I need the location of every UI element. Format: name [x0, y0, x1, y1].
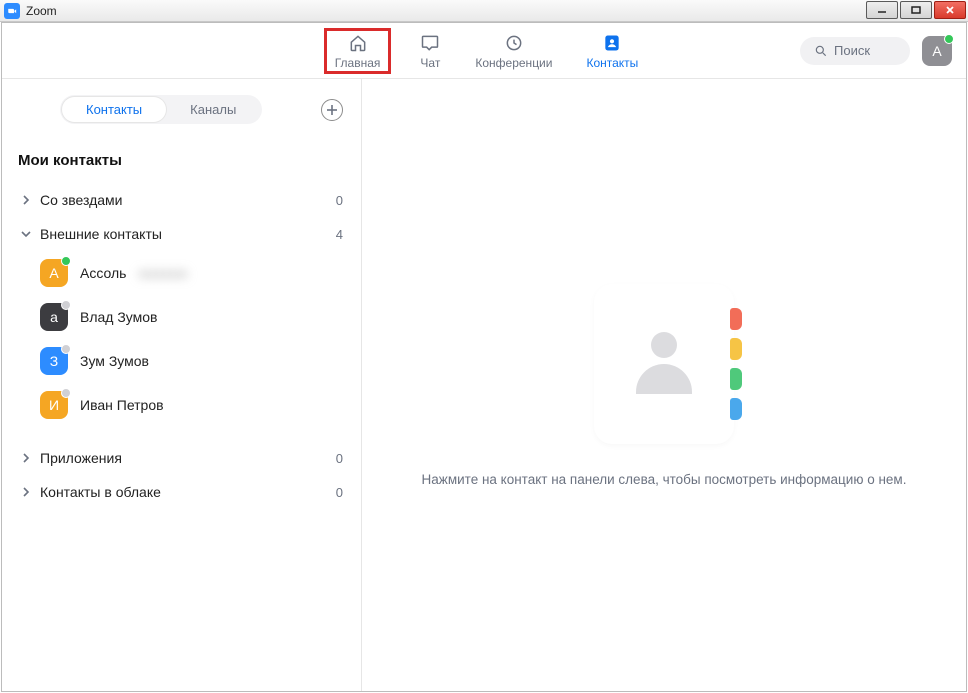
chevron-right-icon — [18, 195, 34, 205]
subtab-channels[interactable]: Каналы — [166, 97, 260, 122]
presence-indicator-icon — [944, 34, 954, 44]
clock-icon — [503, 32, 525, 54]
contact-item[interactable]: а Влад Зумов — [10, 295, 353, 339]
contact-avatar: а — [40, 303, 68, 331]
window-title: Zoom — [26, 4, 57, 18]
group-cloud-count: 0 — [336, 485, 345, 500]
contact-item[interactable]: А Ассоль xxxxxxx — [10, 251, 353, 295]
group-apps[interactable]: Приложения 0 — [10, 441, 353, 475]
subtab-contacts[interactable]: Контакты — [62, 97, 166, 122]
presence-online-icon — [61, 256, 71, 266]
nav-home[interactable]: Главная — [324, 28, 392, 74]
nav-chat-label: Чат — [420, 56, 440, 70]
zoom-app-icon — [4, 3, 20, 19]
section-title: Мои контакты — [10, 124, 353, 183]
presence-offline-icon — [61, 388, 71, 398]
group-apps-label: Приложения — [40, 450, 122, 466]
chevron-right-icon — [18, 453, 34, 463]
contact-avatar: А — [40, 259, 68, 287]
subtabs: Контакты Каналы — [60, 95, 262, 124]
search-icon — [814, 44, 828, 58]
nav-meetings[interactable]: Конференции — [469, 28, 558, 74]
presence-offline-icon — [61, 300, 71, 310]
group-external[interactable]: Внешние контакты 4 — [10, 217, 353, 251]
search-placeholder: Поиск — [834, 43, 870, 58]
add-contact-button[interactable] — [321, 99, 343, 121]
contact-avatar: И — [40, 391, 68, 419]
top-navigation: Главная Чат Конференции Контакты — [2, 23, 966, 79]
profile-avatar[interactable]: A — [922, 36, 952, 66]
group-apps-count: 0 — [336, 451, 345, 466]
contacts-icon — [601, 32, 623, 54]
contact-avatar: З — [40, 347, 68, 375]
nav-meetings-label: Конференции — [475, 56, 552, 70]
window-titlebar: Zoom — [0, 0, 968, 22]
group-starred[interactable]: Со звездами 0 — [10, 183, 353, 217]
nav-contacts[interactable]: Контакты — [580, 28, 644, 74]
nav-chat[interactable]: Чат — [413, 28, 447, 74]
contact-name: Ассоль — [80, 265, 126, 281]
chat-icon — [419, 32, 441, 54]
search-input[interactable]: Поиск — [800, 37, 910, 65]
presence-offline-icon — [61, 344, 71, 354]
contact-item[interactable]: И Иван Петров — [10, 383, 353, 427]
nav-home-label: Главная — [335, 56, 381, 70]
window-maximize-button[interactable] — [900, 1, 932, 19]
contact-name: Иван Петров — [80, 397, 164, 413]
contact-detail-empty: Нажмите на контакт на панели слева, чтоб… — [362, 79, 966, 691]
contacts-sidebar: Контакты Каналы Мои контакты Со звездами… — [2, 79, 362, 691]
profile-avatar-letter: A — [932, 43, 941, 59]
chevron-down-icon — [18, 229, 34, 239]
group-starred-count: 0 — [336, 193, 345, 208]
contact-name: Зум Зумов — [80, 353, 149, 369]
contact-item[interactable]: З Зум Зумов — [10, 339, 353, 383]
group-external-count: 4 — [336, 227, 345, 242]
contact-name: Влад Зумов — [80, 309, 158, 325]
group-external-label: Внешние контакты — [40, 226, 162, 242]
group-starred-label: Со звездами — [40, 192, 122, 208]
home-icon — [347, 32, 369, 54]
contacts-placeholder-icon — [594, 284, 734, 444]
plus-icon — [326, 104, 338, 116]
empty-state-text: Нажмите на контакт на панели слева, чтоб… — [392, 472, 937, 487]
chevron-right-icon — [18, 487, 34, 497]
contact-name-blurred: xxxxxxx — [138, 265, 187, 281]
window-minimize-button[interactable] — [866, 1, 898, 19]
window-close-button[interactable] — [934, 1, 966, 19]
group-cloud-label: Контакты в облаке — [40, 484, 161, 500]
group-cloud[interactable]: Контакты в облаке 0 — [10, 475, 353, 509]
nav-contacts-label: Контакты — [586, 56, 638, 70]
